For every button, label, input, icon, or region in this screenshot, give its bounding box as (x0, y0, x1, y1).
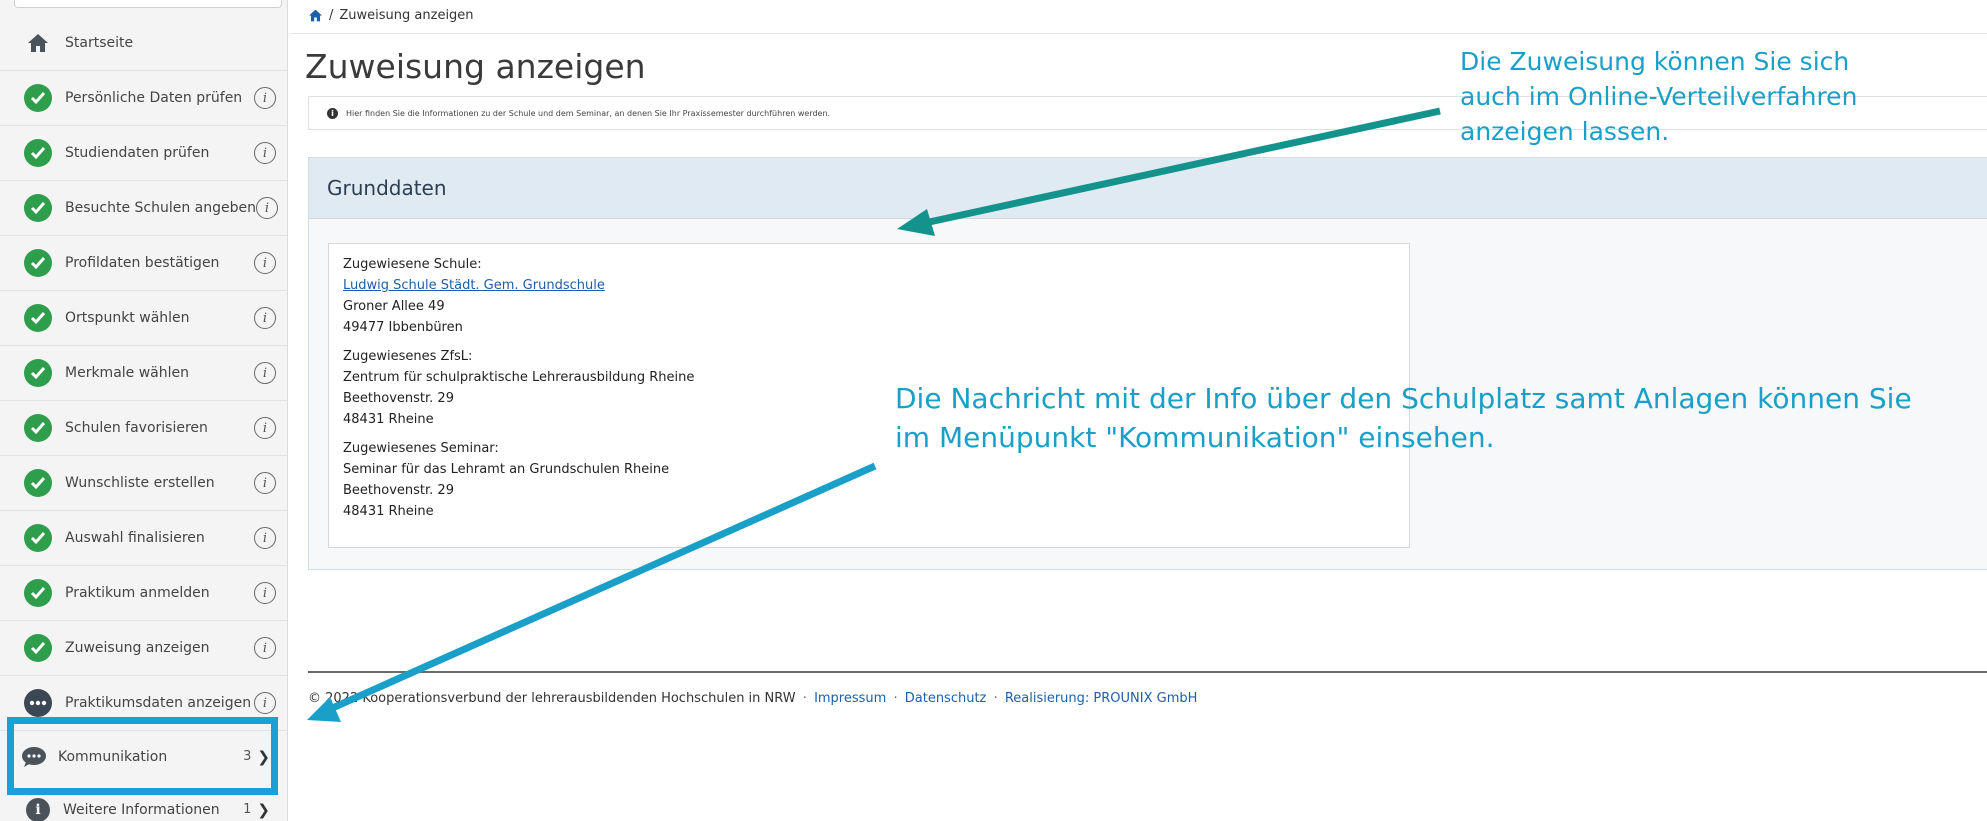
arrow-head-teal (897, 209, 935, 236)
arrow-line-teal (919, 107, 1441, 228)
arrow-line-blue (326, 462, 877, 714)
annotation-arrows (307, 107, 1441, 722)
page-root: Startseite Persönliche Daten prüfen i St… (0, 0, 1987, 821)
